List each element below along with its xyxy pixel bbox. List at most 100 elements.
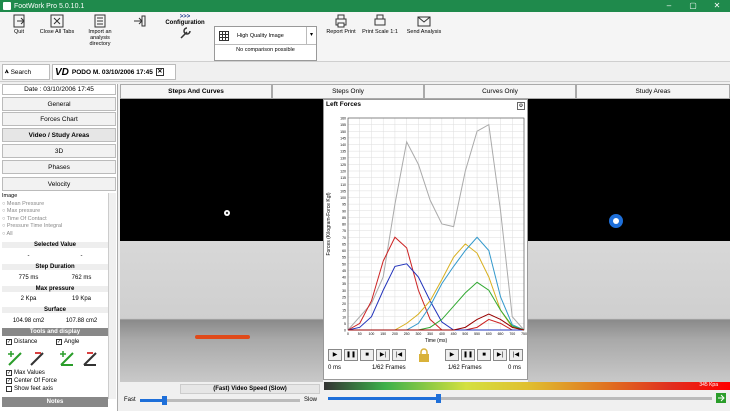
max-values-label: Max Values xyxy=(14,370,45,376)
notes-label: Notes xyxy=(46,399,64,405)
slow-label: Slow xyxy=(304,397,318,403)
wrench-icon xyxy=(180,27,191,39)
surface-values: 104.98 cm2 107.88 cm2 xyxy=(2,318,108,324)
quit-button[interactable]: Quit xyxy=(6,14,32,35)
distance-remove-icon[interactable] xyxy=(30,352,44,366)
tool-icons xyxy=(8,351,97,366)
y-tick-label: 105 xyxy=(340,189,346,193)
close-tab-icon[interactable]: ✕ xyxy=(155,68,164,76)
y-tick-label: 130 xyxy=(340,156,346,160)
y-tick-label: 55 xyxy=(342,256,346,260)
y-tick-label: 40 xyxy=(342,276,346,280)
date-field: Date : 03/10/2006 17:45 xyxy=(2,84,116,95)
general-button[interactable]: General xyxy=(2,97,116,111)
tab-curves-only[interactable]: Curves Only xyxy=(424,84,576,99)
step-back-icon[interactable]: |◀ xyxy=(509,349,523,361)
x-tick-label: 0 xyxy=(347,332,349,336)
y-tick-label: 20 xyxy=(342,302,346,306)
stop-icon[interactable]: ■ xyxy=(477,349,491,361)
tab-steps-only[interactable]: Steps Only xyxy=(272,84,424,99)
footwork-import-button[interactable] xyxy=(122,14,156,29)
right-time-readout: 0 ms xyxy=(508,365,522,371)
comparison-note: No comparison possible xyxy=(236,47,295,53)
play-icon[interactable]: ▶ xyxy=(328,349,342,361)
tab-steps-and-curves[interactable]: Steps And Curves xyxy=(120,84,272,99)
quality-select[interactable]: High Quality Image ▾ xyxy=(215,27,316,45)
show-feet-axis-checkbox[interactable]: Show feet axis xyxy=(6,386,53,392)
right-video-view[interactable] xyxy=(528,99,730,382)
max-values-checkbox[interactable]: ✓ Max Values xyxy=(6,370,45,376)
left-playback-controls: ▶ ❚❚ ■ ▶| |◀ xyxy=(328,349,406,361)
panel-settings-icon[interactable]: ⚙ xyxy=(517,102,525,110)
x-tick-label: 500 xyxy=(462,332,468,336)
scrollbar[interactable] xyxy=(108,193,116,399)
x-tick-label: 450 xyxy=(451,332,457,336)
print-scale-label: Print Scale 1:1 xyxy=(362,29,398,35)
radio-time-contact[interactable]: ○ Time Of Contact xyxy=(2,216,108,224)
send-analysis-button[interactable]: Send Analysis xyxy=(404,14,444,35)
speed-thumb[interactable] xyxy=(162,396,168,405)
radio-label: Pressure Time Integral xyxy=(6,223,63,229)
lock-icon[interactable] xyxy=(418,348,430,362)
step-back-icon[interactable]: |◀ xyxy=(392,349,406,361)
step-forward-icon[interactable]: ▶| xyxy=(376,349,390,361)
distance-tool-icon[interactable] xyxy=(8,351,22,366)
notes-header[interactable]: Notes xyxy=(2,397,108,407)
y-tick-label: 145 xyxy=(340,136,346,140)
y-tick-label: 60 xyxy=(342,249,346,253)
pause-icon[interactable]: ❚❚ xyxy=(344,349,358,361)
distance-checkbox[interactable]: ✓ Distance xyxy=(6,339,37,345)
chevron-down-icon[interactable]: ▾ xyxy=(306,27,316,44)
radio-label: Max pressure xyxy=(6,208,41,214)
minimize-icon[interactable]: – xyxy=(658,0,680,12)
x-tick-label: 600 xyxy=(486,332,492,336)
x-tick-label: 100 xyxy=(369,332,375,336)
import-analysis-button[interactable]: Import an analysis directory xyxy=(82,14,118,47)
close-icon[interactable]: ✕ xyxy=(706,0,728,12)
speed-track[interactable] xyxy=(140,396,300,405)
x-tick-label: 750 xyxy=(521,332,527,336)
patient-tab[interactable]: VD PODO M. 03/10/2006 17:45 ✕ xyxy=(52,64,176,80)
y-tick-label: 110 xyxy=(340,183,346,187)
exit-icon xyxy=(13,14,25,28)
tab-study-areas[interactable]: Study Areas xyxy=(576,84,730,99)
maximize-icon[interactable]: ▢ xyxy=(682,0,704,12)
angle-tool-icon[interactable] xyxy=(60,351,74,366)
selected-values: -- xyxy=(2,253,108,259)
export-icon[interactable] xyxy=(716,393,726,403)
timeline-thumb[interactable] xyxy=(435,394,441,403)
y-tick-label: 80 xyxy=(342,223,346,227)
report-print-button[interactable]: Report Print xyxy=(324,14,358,35)
radio-label: Time Of Contact xyxy=(6,215,47,222)
search-tab[interactable]: ꭺ Search xyxy=(2,64,50,80)
step-forward-icon[interactable]: ▶| xyxy=(493,349,507,361)
x-tick-label: 400 xyxy=(439,332,445,336)
forces-chart-button[interactable]: Forces Chart xyxy=(2,112,116,126)
close-tabs-icon xyxy=(50,14,64,28)
view-tabs: Steps And Curves Steps Only Curves Only … xyxy=(120,84,730,99)
radio-pti[interactable]: ○ Pressure Time Integral xyxy=(2,223,108,231)
angle-remove-icon[interactable] xyxy=(83,352,97,366)
radio-mean-pressure[interactable]: ○ Mean Pressure xyxy=(2,201,108,209)
print-scale-button[interactable]: Print Scale 1:1 xyxy=(360,14,400,35)
timeline-track[interactable] xyxy=(328,394,712,403)
angle-label: Angle xyxy=(64,339,80,345)
3d-button[interactable]: 3D xyxy=(2,144,116,158)
radio-max-pressure[interactable]: ○ Max pressure xyxy=(2,208,108,216)
play-icon[interactable]: ▶ xyxy=(445,349,459,361)
close-all-tabs-button[interactable]: Close All Tabs xyxy=(36,14,78,35)
y-tick-label: 35 xyxy=(342,282,346,286)
stop-icon[interactable]: ■ xyxy=(360,349,374,361)
tools-header: Tools and display xyxy=(2,328,108,336)
pause-icon[interactable]: ❚❚ xyxy=(461,349,475,361)
velocity-button[interactable]: Velocity xyxy=(2,177,116,191)
configuration-button[interactable]: >>> Configuration xyxy=(162,14,208,41)
radio-all[interactable]: ○ All xyxy=(2,231,108,239)
center-force-checkbox[interactable]: ✓ Center Of Force xyxy=(6,378,57,384)
phases-button[interactable]: Phases xyxy=(2,160,116,174)
left-video-view[interactable] xyxy=(120,99,323,382)
angle-checkbox[interactable]: ✓ Angle xyxy=(56,339,79,345)
check-icon: ✓ xyxy=(6,370,12,376)
video-study-areas-button[interactable]: Video / Study Areas xyxy=(2,128,116,142)
import-icon xyxy=(94,14,106,28)
